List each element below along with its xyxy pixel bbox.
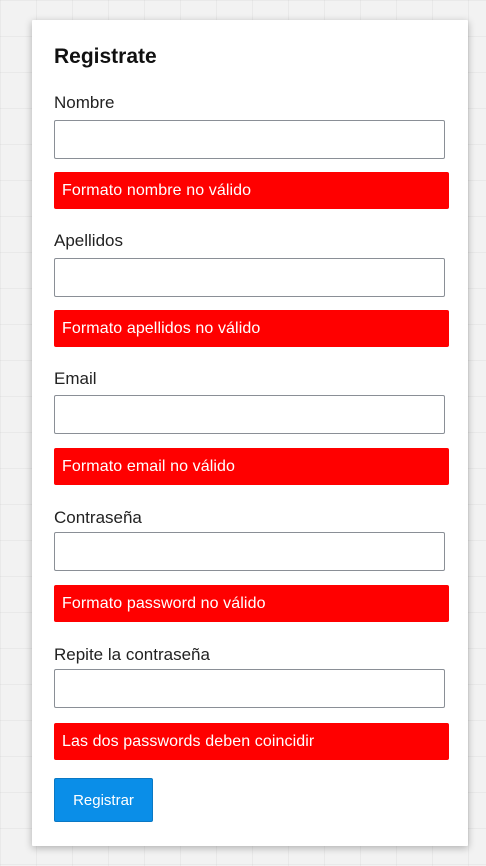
nombre-label: Nombre (54, 93, 115, 112)
repeat-password-error-message: Las dos passwords deben coincidir (54, 723, 449, 760)
email-error-message: Formato email no válido (54, 448, 449, 485)
email-input[interactable] (54, 395, 445, 434)
password-input[interactable] (54, 532, 445, 571)
register-card: Registrate Nombre Formato nombre no váli… (32, 20, 468, 846)
repeat-password-input[interactable] (54, 669, 445, 708)
nombre-input[interactable] (54, 120, 445, 159)
apellidos-label: Apellidos (54, 231, 123, 250)
repeat-password-label: Repite la contraseña (54, 645, 210, 664)
password-label: Contraseña (54, 508, 142, 527)
email-label: Email (54, 369, 97, 388)
apellidos-error-message: Formato apellidos no válido (54, 310, 449, 347)
form-title: Registrate (54, 45, 157, 68)
apellidos-input[interactable] (54, 258, 445, 297)
register-button[interactable]: Registrar (54, 778, 153, 822)
nombre-error-message: Formato nombre no válido (54, 172, 449, 209)
password-error-message: Formato password no válido (54, 585, 449, 622)
